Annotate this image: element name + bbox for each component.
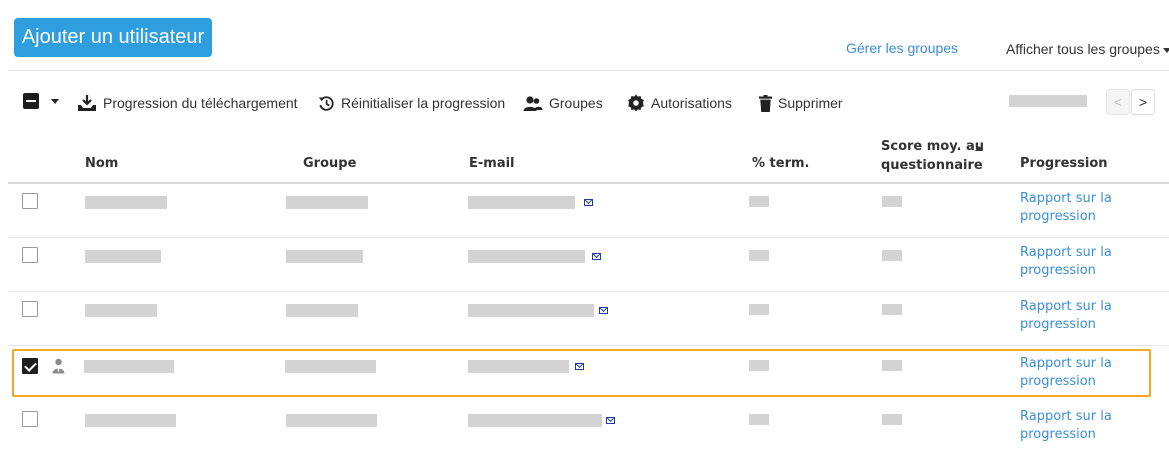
report-link-line1: Rapport sur la (1020, 299, 1112, 314)
next-page-button[interactable]: > (1131, 89, 1155, 115)
column-header-completed[interactable]: % term. (752, 156, 809, 171)
progress-report-link[interactable]: Rapport sur la progression (1020, 298, 1150, 334)
quiz-score-value (882, 414, 902, 425)
table-row: Rapport sur la progression (8, 184, 1169, 238)
mail-icon[interactable] (575, 363, 584, 370)
users-icon (523, 95, 543, 111)
progress-report-link[interactable]: Rapport sur la progression (1020, 190, 1150, 226)
column-header-group[interactable]: Groupe (303, 156, 356, 171)
user-name (84, 360, 174, 373)
user-email (468, 360, 569, 373)
report-link-line2: progression (1020, 374, 1096, 389)
reset-progress-label: Réinitialiser la progression (341, 95, 506, 111)
delete-button[interactable]: Supprimer (759, 93, 843, 113)
column-header-name[interactable]: Nom (85, 156, 118, 171)
completed-value (749, 360, 769, 371)
user-group (286, 304, 358, 317)
previous-page-button[interactable]: < (1106, 89, 1130, 115)
permissions-label: Autorisations (651, 95, 732, 111)
report-link-line1: Rapport sur la (1020, 356, 1112, 371)
user-email (468, 414, 602, 427)
column-header-quiz-score[interactable]: Score moy. au questionnaire (881, 137, 984, 175)
quiz-score-value (882, 304, 902, 315)
report-link-line2: progression (1020, 427, 1096, 442)
groups-label: Groupes (549, 95, 603, 111)
table-row: Rapport sur la progression (8, 292, 1169, 346)
quiz-score-value (882, 250, 902, 261)
show-groups-dropdown[interactable]: Afficher tous les groupes (1006, 41, 1169, 57)
quiz-score-header-line1: Score moy. au (881, 139, 985, 154)
report-link-line1: Rapport sur la (1020, 409, 1112, 424)
table-row: Rapport sur la progression (8, 402, 1169, 452)
report-link-line2: progression (1020, 263, 1096, 278)
completed-value (749, 304, 769, 315)
user-email (468, 250, 585, 263)
row-checkbox[interactable] (22, 193, 38, 209)
report-link-line1: Rapport sur la (1020, 191, 1112, 206)
row-checkbox-checked[interactable] (22, 358, 38, 374)
reset-progress-button[interactable]: Réinitialiser la progression (318, 93, 505, 113)
groups-button[interactable]: Groupes (523, 93, 603, 113)
user-group (286, 250, 363, 263)
user-name (85, 414, 176, 427)
user-email (468, 196, 575, 209)
column-header-email[interactable]: E-mail (469, 156, 515, 171)
quiz-score-header-line2: questionnaire (881, 158, 983, 173)
trash-icon (759, 94, 772, 112)
row-checkbox[interactable] (22, 247, 38, 263)
completed-value (749, 414, 769, 425)
user-name (85, 304, 157, 317)
sort-ascending-icon[interactable] (975, 146, 983, 151)
quiz-score-value (882, 360, 902, 371)
chevron-down-icon (1162, 47, 1169, 53)
user-name (85, 196, 167, 209)
table-row: Rapport sur la progression (8, 238, 1169, 292)
permissions-button[interactable]: Autorisations (627, 93, 732, 113)
mail-icon[interactable] (592, 253, 601, 260)
add-user-button[interactable]: Ajouter un utilisateur (14, 18, 212, 57)
report-link-line2: progression (1020, 209, 1096, 224)
download-icon (78, 95, 96, 111)
download-progress-label: Progression du téléchargement (103, 95, 298, 111)
select-all-chevron-down-icon[interactable] (51, 99, 59, 104)
delete-label: Supprimer (778, 95, 843, 111)
row-checkbox[interactable] (22, 411, 38, 427)
quiz-score-value (882, 196, 902, 207)
show-groups-label: Afficher tous les groupes (1006, 41, 1160, 57)
manage-groups-link[interactable]: Gérer les groupes (846, 40, 958, 56)
row-checkbox[interactable] (22, 301, 38, 317)
user-email (468, 304, 594, 317)
progress-report-link[interactable]: Rapport sur la progression (1020, 408, 1150, 444)
mail-icon[interactable] (584, 199, 593, 206)
completed-value (749, 196, 769, 207)
report-link-line2: progression (1020, 317, 1096, 332)
completed-value (749, 250, 769, 261)
pagination-info (1009, 95, 1087, 107)
mail-icon[interactable] (599, 307, 608, 314)
history-icon (318, 95, 334, 111)
select-all-checkbox[interactable] (23, 93, 39, 109)
progress-report-link[interactable]: Rapport sur la progression (1020, 355, 1150, 391)
progress-report-link[interactable]: Rapport sur la progression (1020, 244, 1150, 280)
mail-icon[interactable] (606, 417, 615, 424)
user-admin-icon (52, 358, 65, 374)
gear-icon (627, 94, 645, 112)
user-group (285, 360, 376, 373)
user-name (85, 250, 161, 263)
user-group (286, 414, 377, 427)
report-link-line1: Rapport sur la (1020, 245, 1112, 260)
download-progress-button[interactable]: Progression du téléchargement (77, 93, 298, 113)
table-row-selected: Rapport sur la progression (8, 346, 1169, 400)
divider (8, 70, 1169, 71)
user-group (286, 196, 368, 209)
column-header-progress[interactable]: Progression (1020, 156, 1108, 171)
